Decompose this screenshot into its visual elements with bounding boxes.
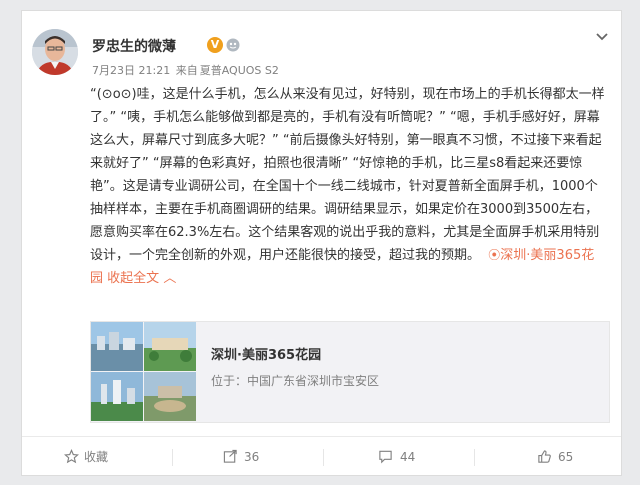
avatar[interactable] [32,29,78,75]
post-date[interactable]: 7月23日 21:21 [92,64,170,77]
location-title: 深圳·美丽365花园 [211,348,322,363]
like-button[interactable]: 65 [475,437,625,477]
post-meta: 7月23日 21:21 来自 夏普AQUOS S2 [92,62,281,78]
star-icon [64,449,79,464]
repost-icon [223,449,237,463]
location-photo [144,322,196,371]
repost-button[interactable]: 36 [173,437,323,477]
thumbs-up-icon [538,450,551,463]
location-pin-icon: ⦿ [488,248,501,262]
post-text: “(⊙o⊙)哇，这是什么手机，怎么从来没有见过，好特别，现在市场上的手机长得都太… [90,87,605,263]
comment-count: 44 [400,450,416,464]
avatar-portrait [32,29,78,75]
action-bar: 收藏 36 44 65 [22,436,621,477]
post-body: “(⊙o⊙)哇，这是什么手机，怎么从来没有见过，好特别，现在市场上的手机长得都太… [90,83,610,290]
location-thumbnails [91,322,197,422]
source-device[interactable]: 夏普AQUOS S2 [200,64,279,77]
member-badge-icon [226,38,240,52]
source-prefix: 来自 [175,64,198,77]
favorite-label: 收藏 [84,450,109,464]
favorite-button[interactable]: 收藏 [22,437,172,477]
weibo-post-card: 罗忠生的微薄 V 7月23日 21:21 来自 夏普AQUOS S2 “(⊙o⊙)… [21,10,622,476]
verified-badge-icon: V [207,37,223,53]
location-address: 位于：中国广东省深圳市宝安区 [211,374,380,388]
comment-button[interactable]: 44 [324,437,474,477]
location-card[interactable]: 深圳·美丽365花园 位于：中国广东省深圳市宝安区 [90,321,610,423]
chevron-down-icon[interactable] [594,29,610,45]
like-count: 65 [558,450,574,464]
location-photo [144,372,196,421]
author-name[interactable]: 罗忠生的微薄 [92,36,176,56]
repost-count: 36 [244,450,260,464]
collapse-label: 收起全文 [107,271,160,286]
location-photo [91,372,143,421]
location-photo [91,322,143,371]
comment-icon [379,450,392,464]
collapse-button[interactable]: 收起全文 ︿ [107,271,176,286]
chevron-up-icon: ︿ [163,271,177,286]
